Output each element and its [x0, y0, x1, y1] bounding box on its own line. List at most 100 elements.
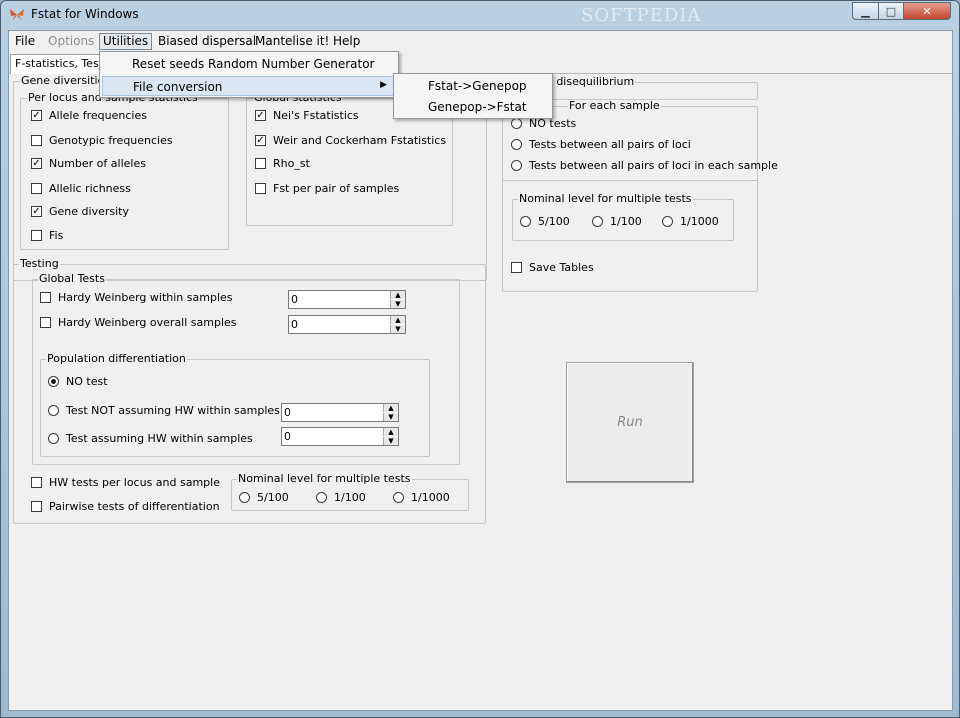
- close-button[interactable]: ✕: [903, 2, 951, 20]
- menu-biased-dispersal[interactable]: Biased dispersal: [154, 33, 260, 50]
- weir-cockerham-checkbox[interactable]: ✓ Weir and Cockerham Fstatistics: [255, 134, 446, 147]
- utilities-dropdown: Reset seeds Random Number Generator File…: [99, 51, 399, 98]
- spin-up-arrow-icon[interactable]: ▲: [383, 428, 398, 436]
- radio-circle[interactable]: [316, 492, 327, 503]
- per-locus-group: Per locus and sample statistics ✓Allele …: [20, 92, 229, 250]
- neis-fstatistics-checkbox[interactable]: ✓ Nei's Fstatistics: [255, 109, 359, 122]
- main-panel: F-statistics, Testing Gene diversities P…: [9, 51, 952, 710]
- spin-up-arrow-icon[interactable]: ▲: [383, 404, 398, 412]
- menu-file[interactable]: File: [11, 33, 39, 50]
- ld-nominal-1-100-radio[interactable]: 1/100: [592, 215, 642, 228]
- allele-frequencies-checkbox[interactable]: ✓ Allele frequencies: [31, 109, 147, 122]
- pd-not-hw-label: Test NOT assuming HW within samples: [66, 404, 280, 417]
- checkbox-box[interactable]: [31, 135, 42, 146]
- radio-circle[interactable]: [48, 376, 59, 387]
- checkbox-box[interactable]: [31, 230, 42, 241]
- checkbox-box[interactable]: ✓: [255, 110, 266, 121]
- genepop-to-fstat-menu-item[interactable]: Genepop->Fstat: [396, 97, 550, 117]
- pd-not-hw-spinner[interactable]: ▲ ▼: [281, 403, 399, 422]
- radio-circle[interactable]: [511, 139, 522, 150]
- hw-overall-samples-checkbox[interactable]: Hardy Weinberg overall samples: [40, 316, 237, 329]
- fst-per-pair-checkbox[interactable]: Fst per pair of samples: [255, 182, 399, 195]
- menu-mantelise[interactable]: Mantelise it!: [251, 33, 333, 50]
- spin-down-arrow-icon[interactable]: ▼: [390, 325, 405, 333]
- checkbox-box[interactable]: [40, 292, 51, 303]
- checkbox-box[interactable]: [31, 477, 42, 488]
- hw-per-locus-checkbox[interactable]: HW tests per locus and sample: [31, 476, 220, 489]
- fstat-to-genepop-menu-item[interactable]: Fstat->Genepop: [396, 76, 550, 96]
- number-of-alleles-checkbox[interactable]: ✓ Number of alleles: [31, 157, 146, 170]
- pd-no-test-radio[interactable]: NO test: [48, 375, 108, 388]
- t-nominal-1-1000-radio[interactable]: 1/1000: [393, 491, 450, 504]
- menu-help[interactable]: Help: [329, 33, 364, 50]
- radio-circle[interactable]: [48, 405, 59, 416]
- spin-up-arrow-icon[interactable]: ▲: [390, 291, 405, 299]
- pairwise-tests-label: Pairwise tests of differentiation: [49, 500, 220, 513]
- checkbox-box[interactable]: ✓: [255, 135, 266, 146]
- checkbox-box[interactable]: [40, 317, 51, 328]
- pd-hw-spinner[interactable]: ▲ ▼: [281, 427, 399, 446]
- pd-not-hw-input[interactable]: [284, 405, 380, 420]
- checkbox-box[interactable]: [511, 262, 522, 273]
- gene-diversity-label: Gene diversity: [49, 205, 129, 218]
- tab-f-statistics[interactable]: F-statistics, Testing: [10, 54, 110, 74]
- checkbox-box[interactable]: ✓: [31, 158, 42, 169]
- radio-circle[interactable]: [48, 433, 59, 444]
- radio-circle[interactable]: [393, 492, 404, 503]
- ld-all-pairs-each-sample-radio[interactable]: Tests between all pairs of loci in each …: [511, 159, 778, 172]
- radio-circle[interactable]: [511, 118, 522, 129]
- pd-hw-input[interactable]: [284, 429, 380, 444]
- hw-within-samples-spinner[interactable]: ▲ ▼: [288, 290, 406, 309]
- checkbox-box[interactable]: [31, 501, 42, 512]
- pd-hw-radio[interactable]: Test assuming HW within samples: [48, 432, 253, 445]
- file-conversion-menu-item[interactable]: File conversion ▶: [102, 76, 396, 96]
- population-differentiation-group: Population differentiation NO test Test …: [40, 353, 430, 457]
- hw-overall-samples-input[interactable]: [291, 317, 387, 332]
- checkbox-box[interactable]: [31, 183, 42, 194]
- minimize-button[interactable]: ▁: [852, 2, 879, 20]
- checkbox-box[interactable]: ✓: [31, 206, 42, 217]
- hw-overall-samples-spinner[interactable]: ▲ ▼: [288, 315, 406, 334]
- hw-within-samples-input[interactable]: [291, 292, 387, 307]
- rho-st-checkbox[interactable]: Rho_st: [255, 157, 310, 170]
- radio-circle[interactable]: [520, 216, 531, 227]
- radio-circle[interactable]: [662, 216, 673, 227]
- file-conversion-submenu: Fstat->Genepop Genepop->Fstat: [393, 73, 553, 119]
- butterfly-app-icon: [10, 9, 24, 21]
- hw-within-samples-checkbox[interactable]: Hardy Weinberg within samples: [40, 291, 233, 304]
- fis-checkbox[interactable]: Fis: [31, 229, 63, 242]
- radio-circle[interactable]: [592, 216, 603, 227]
- t-nominal-5-100-radio[interactable]: 5/100: [239, 491, 289, 504]
- rho-st-label: Rho_st: [273, 157, 310, 170]
- checkbox-box[interactable]: [255, 183, 266, 194]
- title-bar[interactable]: Fstat for Windows SOFTPEDIA ▁ □ ✕: [1, 1, 959, 29]
- spin-down-arrow-icon[interactable]: ▼: [383, 413, 398, 421]
- spin-down-arrow-icon[interactable]: ▼: [383, 437, 398, 445]
- reset-seeds-menu-item[interactable]: Reset seeds Random Number Generator: [102, 54, 396, 74]
- t-nominal-1-100-radio[interactable]: 1/100: [316, 491, 366, 504]
- hw-within-samples-label: Hardy Weinberg within samples: [58, 291, 233, 304]
- radio-circle[interactable]: [511, 160, 522, 171]
- radio-circle[interactable]: [239, 492, 250, 503]
- pd-hw-label: Test assuming HW within samples: [66, 432, 253, 445]
- ld-all-pairs-label: Tests between all pairs of loci: [529, 138, 691, 151]
- menu-options[interactable]: Options: [44, 33, 98, 50]
- spin-up-arrow-icon[interactable]: ▲: [390, 316, 405, 324]
- checkbox-box[interactable]: ✓: [31, 110, 42, 121]
- run-button[interactable]: Run: [566, 362, 694, 483]
- gene-diversity-checkbox[interactable]: ✓ Gene diversity: [31, 205, 129, 218]
- global-tests-label: Global Tests: [38, 272, 106, 285]
- menu-utilities[interactable]: Utilities: [99, 33, 153, 50]
- pairwise-tests-checkbox[interactable]: Pairwise tests of differentiation: [31, 500, 220, 513]
- ld-nominal-5-100-radio[interactable]: 5/100: [520, 215, 570, 228]
- fis-label: Fis: [49, 229, 64, 242]
- checkbox-box[interactable]: [255, 158, 266, 169]
- ld-nominal-1-1000-radio[interactable]: 1/1000: [662, 215, 719, 228]
- maximize-button[interactable]: □: [878, 2, 904, 20]
- genotypic-frequencies-checkbox[interactable]: Genotypic frequencies: [31, 134, 173, 147]
- spin-down-arrow-icon[interactable]: ▼: [390, 300, 405, 308]
- pd-not-hw-radio[interactable]: Test NOT assuming HW within samples: [48, 404, 280, 417]
- ld-all-pairs-radio[interactable]: Tests between all pairs of loci: [511, 138, 691, 151]
- allelic-richness-checkbox[interactable]: Allelic richness: [31, 182, 131, 195]
- save-tables-checkbox[interactable]: Save Tables: [511, 261, 594, 274]
